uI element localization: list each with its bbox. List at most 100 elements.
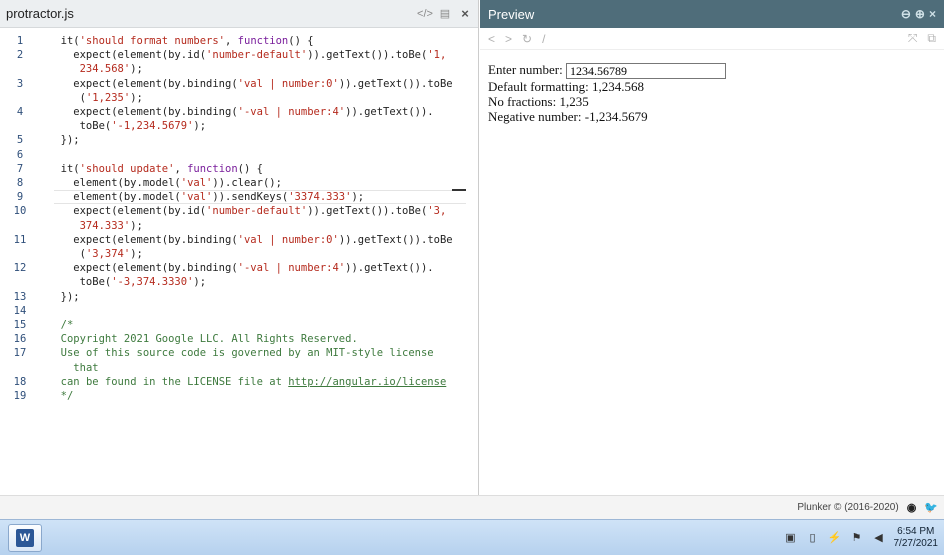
code-line[interactable]: 3 expect(element(by.binding('val | numbe… [0,77,478,91]
code-line[interactable]: ('1,235'); [0,91,478,105]
plunker-footer: Plunker © (2016-2020) ◉ 🐦 [0,495,944,519]
preview-path[interactable]: / [542,32,545,46]
code-line[interactable]: 13 }); [0,290,478,304]
code-text[interactable]: 234.568'); [48,62,478,76]
forward-icon[interactable]: > [505,32,512,46]
code-line[interactable]: 6 [0,148,478,162]
code-line[interactable]: toBe('-1,234.5679'); [0,119,478,133]
refresh-icon[interactable]: ↻ [522,32,532,46]
code-text[interactable] [48,304,478,318]
code-text[interactable]: expect(element(by.id('number-default')).… [48,48,478,62]
taskbar-clock[interactable]: 6:54 PM 7/27/2021 [894,526,939,550]
code-line[interactable]: 9 element(by.model('val')).sendKeys('337… [0,189,478,205]
github-icon[interactable]: ◉ [907,501,917,514]
code-text[interactable]: toBe('-1,234.5679'); [48,119,478,133]
line-number: 4 [16,106,24,119]
preview-pane: Preview ⊖ ⊕ × < > ↻ / ⤧ ⧉ Enter number: … [480,0,944,495]
battery-icon[interactable]: ▯ [806,531,820,545]
doc-icon[interactable]: ▤ [438,7,452,21]
code-line[interactable]: 12 expect(element(by.binding('-val | num… [0,261,478,275]
line-number: 3 [16,77,24,90]
code-text[interactable]: */ [48,389,478,403]
word-taskbar-button[interactable]: W [8,523,42,552]
code-text[interactable]: element(by.model('val')).sendKeys('3374.… [48,190,478,204]
code-line[interactable]: 15 /* [0,318,478,332]
twitter-icon[interactable]: 🐦 [924,501,938,514]
plunker-app: protractor.js </> ▤ × 1 it('should forma… [0,0,944,555]
code-line[interactable]: 5 }); [0,133,478,147]
line-number: 6 [16,148,24,161]
code-line[interactable]: 18 can be found in the LICENSE file at h… [0,375,478,389]
code-text[interactable]: 374.333'); [48,219,478,233]
code-line[interactable]: 234.568'); [0,62,478,76]
code-line[interactable]: 8 element(by.model('val')).clear(); [0,176,478,190]
code-text[interactable]: ('3,374'); [48,247,478,261]
line-number: 11 [13,233,27,246]
code-text[interactable]: Use of this source code is governed by a… [48,346,478,360]
code-text[interactable] [48,148,478,162]
code-text[interactable]: it('should format numbers', function() { [48,34,478,48]
code-area[interactable]: 1 it('should format numbers', function()… [0,28,478,403]
negative-value: -1,234.5679 [584,109,648,125]
back-icon[interactable]: < [488,32,495,46]
line-number: 19 [13,390,27,403]
line-number [0,91,48,105]
word-icon: W [16,528,34,547]
negative-row: Negative number: -1,234.5679 [488,109,936,124]
line-number: 5 [16,134,24,147]
volume-icon[interactable]: ◀ [872,531,886,545]
windows-taskbar: W ▣ ▯ ⚡ ⚑ ◀ 6:54 PM 7/27/2021 [0,519,944,555]
code-line[interactable]: 17 Use of this source code is governed b… [0,346,478,360]
code-text[interactable]: Copyright 2021 Google LLC. All Rights Re… [48,332,478,346]
close-preview-icon[interactable]: × [929,7,936,21]
line-number: 1 [16,35,24,47]
zoom-in-icon[interactable]: ⊕ [915,7,925,21]
code-line[interactable]: 7 it('should update', function() { [0,162,478,176]
code-line[interactable]: 10 expect(element(by.id('number-default'… [0,204,478,218]
preview-nav-bar: < > ↻ / ⤧ ⧉ [480,28,944,50]
nofrac-label: No fractions: [488,94,557,110]
code-text[interactable]: expect(element(by.binding('-val | number… [48,105,478,119]
preview-header: Preview ⊖ ⊕ × [480,0,944,28]
code-view-icon[interactable]: </> [417,7,433,21]
code-line[interactable]: 4 expect(element(by.binding('-val | numb… [0,105,478,119]
code-line[interactable]: 16 Copyright 2021 Google LLC. All Rights… [0,332,478,346]
preview-title: Preview [488,6,535,22]
code-text[interactable]: element(by.model('val')).clear(); [48,176,478,190]
code-text[interactable]: }); [48,133,478,147]
action-center-flag-icon[interactable]: ⚑ [850,531,864,545]
editor-toolbar: </> ▤ × [417,6,472,21]
zoom-out-icon[interactable]: ⊖ [901,7,911,21]
code-text[interactable]: /* [48,318,478,332]
code-line[interactable]: 1 it('should format numbers', function()… [0,34,478,48]
code-text[interactable]: toBe('-3,374.3330'); [48,275,478,289]
tray-app-icon[interactable]: ▣ [784,531,798,545]
copy-icon[interactable]: ⧉ [927,31,936,46]
code-text[interactable]: ('1,235'); [48,91,478,105]
line-number [0,219,48,233]
file-tab-name[interactable]: protractor.js [6,6,418,21]
code-text[interactable]: }); [48,290,478,304]
code-line[interactable]: toBe('-3,374.3330'); [0,275,478,289]
preview-content: Enter number: Default formatting: 1,234.… [480,50,944,136]
code-line[interactable]: 374.333'); [0,219,478,233]
network-icon[interactable]: ⚡ [828,531,842,545]
number-input[interactable] [565,63,726,80]
code-text[interactable]: that [48,361,478,375]
code-line[interactable]: 2 expect(element(by.id('number-default')… [0,48,478,62]
code-line[interactable]: 14 [0,304,478,318]
line-number: 15 [13,319,27,332]
clock-date: 7/27/2021 [893,537,939,549]
code-text[interactable]: expect(element(by.binding('val | number:… [48,233,478,247]
code-line[interactable]: that [0,361,478,375]
code-text[interactable]: can be found in the LICENSE file at http… [48,375,478,389]
code-line[interactable]: 11 expect(element(by.binding('val | numb… [0,233,478,247]
expand-icon[interactable]: ⤧ [908,31,918,46]
code-text[interactable]: expect(element(by.binding('-val | number… [48,261,478,275]
code-line[interactable]: ('3,374'); [0,247,478,261]
code-line[interactable]: 19 */ [0,389,478,403]
close-icon[interactable]: × [458,6,472,21]
code-text[interactable]: expect(element(by.binding('val | number:… [48,77,478,91]
code-text[interactable]: it('should update', function() { [48,162,478,176]
code-text[interactable]: expect(element(by.id('number-default')).… [48,204,478,218]
